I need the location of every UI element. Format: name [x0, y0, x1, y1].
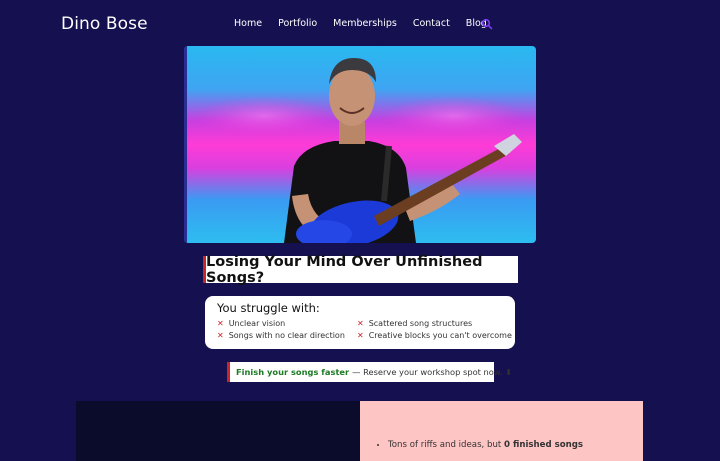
x-icon: ✕: [217, 331, 224, 340]
cta-banner[interactable]: Finish your songs faster — Reserve your …: [227, 362, 512, 382]
struggle-list: ✕ Unclear vision ✕ Scattered song struct…: [217, 319, 512, 340]
list-item-text: Tons of riffs and ideas, but: [388, 440, 505, 450]
main-nav: Home Portfolio Memberships Contact Blog: [234, 18, 503, 29]
struggle-item-label: Scattered song structures: [368, 319, 473, 328]
x-icon: ✕: [357, 331, 364, 340]
x-icon: ✕: [217, 319, 224, 328]
nav-contact[interactable]: Contact: [413, 18, 450, 29]
headline-box: Losing Your Mind Over Unfinished Songs?: [203, 253, 518, 286]
list-item-bold: 0 finished songs: [504, 440, 584, 450]
struggle-item: ✕ Unclear vision: [217, 319, 357, 328]
pain-points-list: Tons of riffs and ideas, but 0 finished …: [360, 440, 583, 450]
pain-points-panel: Tons of riffs and ideas, but 0 finished …: [360, 401, 643, 461]
nav-memberships[interactable]: Memberships: [333, 18, 397, 29]
video-panel: [76, 401, 361, 461]
x-icon: ✕: [357, 319, 364, 328]
struggle-item: ✕ Songs with no clear direction: [217, 331, 357, 340]
cta-text: — Reserve your workshop spot now. ⬇: [352, 367, 513, 377]
struggle-item: ✕ Scattered song structures: [357, 319, 507, 328]
struggle-item: ✕ Creative blocks you can't overcome: [357, 331, 512, 340]
nav-portfolio[interactable]: Portfolio: [278, 18, 317, 29]
struggle-item-label: Creative blocks you can't overcome: [368, 331, 512, 340]
headline-text: Losing Your Mind Over Unfinished Songs?: [206, 253, 483, 286]
guitarist-illustration: [194, 58, 524, 243]
struggle-item-label: Songs with no clear direction: [228, 331, 345, 340]
search-icon[interactable]: [481, 18, 493, 30]
nav-home[interactable]: Home: [234, 18, 262, 29]
site-header: Dino Bose Home Portfolio Memberships Con…: [0, 0, 720, 50]
site-logo[interactable]: Dino Bose: [61, 14, 148, 34]
struggle-title: You struggle with:: [217, 301, 320, 315]
struggle-item-label: Unclear vision: [228, 319, 286, 328]
hero-image: [184, 46, 536, 243]
struggle-card: You struggle with: ✕ Unclear vision ✕ Sc…: [205, 296, 515, 349]
list-item: Tons of riffs and ideas, but 0 finished …: [388, 440, 583, 450]
cta-strong: Finish your songs faster: [236, 367, 350, 377]
hero-left-border: [184, 46, 187, 243]
